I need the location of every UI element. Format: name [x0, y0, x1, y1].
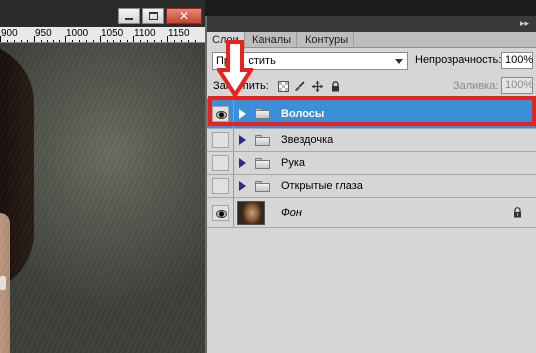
- divider: [233, 175, 234, 197]
- canvas-image[interactable]: [0, 43, 205, 353]
- visibility-eye-icon[interactable]: [212, 205, 229, 221]
- minimize-button[interactable]: [118, 8, 140, 24]
- visibility-toggle[interactable]: [212, 132, 229, 148]
- lock-transparency-icon[interactable]: [278, 81, 289, 92]
- expand-triangle-icon[interactable]: [239, 135, 246, 145]
- photoshop-window: { "ruler": { "labels": ["900", "950", "1…: [0, 0, 536, 353]
- highlight-box: [208, 96, 536, 126]
- down-arrow-annotation: [217, 40, 253, 98]
- layer-row-star[interactable]: Звездочка: [207, 129, 536, 152]
- divider: [233, 198, 234, 227]
- layer-name: Рука: [281, 157, 306, 169]
- horizontal-ruler[interactable]: 900 950 1000 1050 1100 1150: [0, 27, 205, 43]
- blend-opacity-row: Пр стить Непрозрачность: 100%: [207, 52, 536, 72]
- folder-icon: [255, 181, 270, 192]
- maximize-button[interactable]: [142, 8, 164, 24]
- window-controls: ✕: [118, 8, 205, 26]
- lock-fill-row: Закрепить: Заливка: 100%: [207, 77, 536, 97]
- layers-panel: ▸▸ Слои Каналы Контуры Пр стить Непрозра…: [205, 16, 536, 353]
- visibility-toggle[interactable]: [212, 155, 229, 171]
- folder-icon: [255, 158, 270, 169]
- chevron-down-icon: [395, 59, 403, 64]
- collapse-icon[interactable]: ▸▸: [520, 18, 530, 28]
- lock-icon: [514, 207, 521, 218]
- minimize-icon: [125, 18, 133, 20]
- opacity-input[interactable]: 100%: [501, 52, 533, 69]
- layer-row-background[interactable]: Фон: [207, 198, 536, 228]
- document-area: ✕ 900 950 1000 1050 1100 1150: [0, 0, 205, 353]
- visibility-toggle[interactable]: [212, 178, 229, 194]
- lock-all-icon[interactable]: [330, 81, 341, 92]
- tab-channels[interactable]: Каналы: [247, 32, 298, 48]
- ruler-ticks: [0, 36, 196, 42]
- expand-triangle-icon[interactable]: [239, 158, 246, 168]
- lock-pixels-brush-icon[interactable]: [294, 81, 305, 92]
- folder-icon: [255, 135, 270, 146]
- opacity-label: Непрозрачность:: [415, 54, 502, 66]
- layer-name: Открытые глаза: [281, 180, 363, 192]
- layer-thumbnail: [237, 201, 265, 225]
- divider: [233, 129, 234, 151]
- layer-name: Звездочка: [281, 134, 334, 146]
- divider: [233, 152, 234, 174]
- tab-paths[interactable]: Контуры: [300, 32, 355, 48]
- fill-label: Заливка:: [453, 80, 499, 92]
- image-texture: [0, 43, 205, 353]
- fill-input[interactable]: 100%: [501, 77, 533, 94]
- layers-list: Волосы Звездочка Рука Открытые глаза Фон: [207, 98, 536, 353]
- lock-position-move-icon[interactable]: [312, 81, 323, 92]
- layer-row-open-eyes[interactable]: Открытые глаза: [207, 175, 536, 198]
- layer-name: Фон: [281, 207, 302, 219]
- layer-row-hand[interactable]: Рука: [207, 152, 536, 175]
- close-button[interactable]: ✕: [166, 8, 202, 24]
- panel-tabs: Слои Каналы Контуры: [207, 32, 536, 49]
- expand-triangle-icon[interactable]: [239, 181, 246, 191]
- panel-title-bar[interactable]: ▸▸: [207, 16, 536, 32]
- maximize-icon: [148, 12, 158, 20]
- close-icon: ✕: [178, 9, 190, 23]
